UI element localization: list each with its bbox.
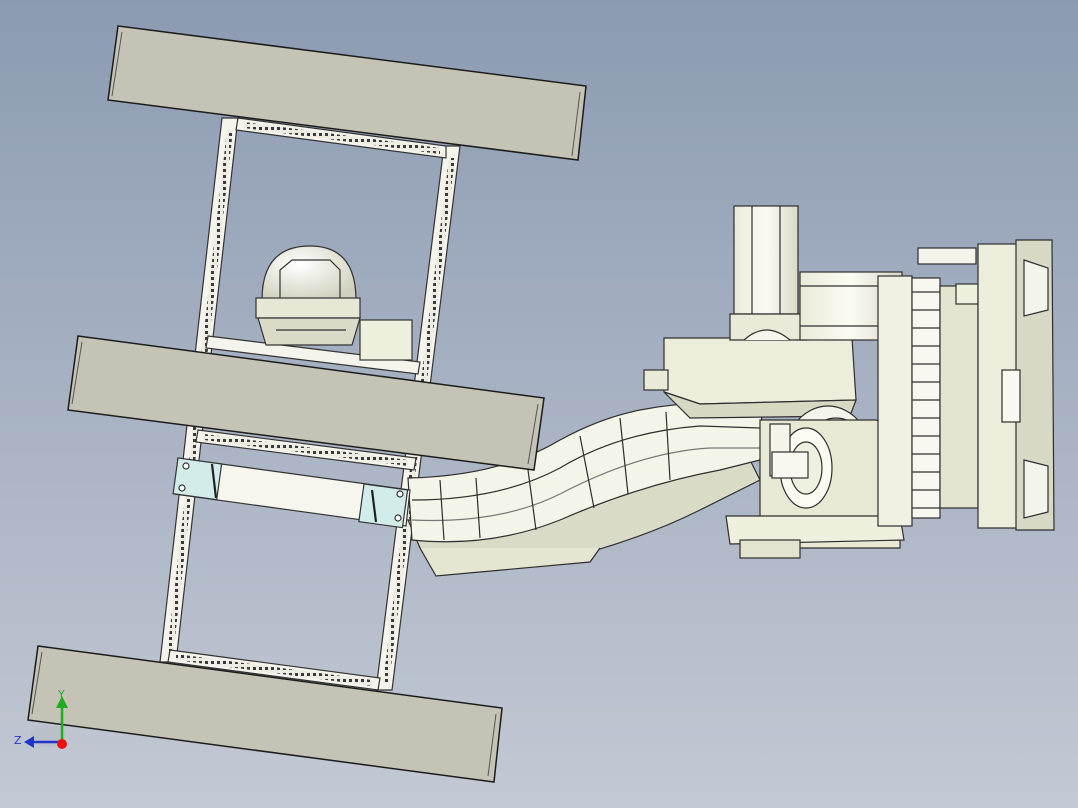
gear-teeth xyxy=(911,277,941,519)
gear-housing xyxy=(877,239,1055,531)
cad-viewport[interactable]: Y Z xyxy=(0,0,1078,808)
z-axis-label: Z xyxy=(14,734,22,747)
y-axis-label: Y xyxy=(57,688,65,701)
x-axis-dot xyxy=(57,739,67,749)
cad-assembly-icon: Y Z xyxy=(0,0,1078,808)
